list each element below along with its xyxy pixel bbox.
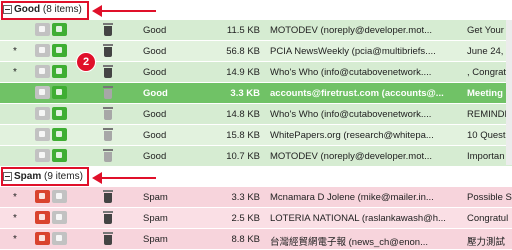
thumbs-up-icon[interactable] xyxy=(52,86,67,99)
thumbs-up-icon[interactable] xyxy=(52,232,67,245)
vote-buttons xyxy=(35,107,69,121)
flag-star: * xyxy=(13,192,17,203)
classification-cell: Spam xyxy=(143,192,168,203)
thumbs-down-icon[interactable] xyxy=(35,232,50,245)
size-cell: 10.7 KB xyxy=(226,151,260,162)
thumbs-down-icon[interactable] xyxy=(35,211,50,224)
trash-icon[interactable] xyxy=(103,149,113,162)
subject-cell: Congratul xyxy=(467,213,509,224)
subject-cell: 壓力測試 xyxy=(467,237,506,248)
subject-cell: Possible S xyxy=(467,192,512,203)
thumbs-down-icon[interactable] xyxy=(35,44,50,57)
size-cell: 3.3 KB xyxy=(230,88,260,99)
from-cell: Who's Who (info@cutabovenetwork.... xyxy=(270,67,432,78)
annotation-box-spam xyxy=(1,167,89,186)
classification-cell: Good xyxy=(143,88,168,99)
from-cell: accounts@firetrust.com (accounts@... xyxy=(270,88,444,99)
thumbs-up-icon[interactable] xyxy=(52,149,67,162)
from-cell: Who's Who (info@cutabovenetwork.... xyxy=(270,109,432,120)
classification-cell: Good xyxy=(143,67,167,78)
trash-icon[interactable] xyxy=(103,107,113,120)
size-cell: 15.8 KB xyxy=(226,130,260,141)
vote-buttons xyxy=(35,232,69,246)
thumbs-up-icon[interactable] xyxy=(52,211,67,224)
callout-badge: 2 xyxy=(76,52,96,72)
size-cell: 14.9 KB xyxy=(226,67,260,78)
thumbs-up-icon[interactable] xyxy=(52,23,67,36)
vote-buttons xyxy=(35,44,69,58)
thumbs-up-icon[interactable] xyxy=(52,44,67,57)
size-cell: 11.5 KB xyxy=(226,25,260,36)
thumbs-up-icon[interactable] xyxy=(52,190,67,203)
vote-buttons xyxy=(35,86,69,100)
from-cell: 台灣經貿網電子報 (news_ch@enon... xyxy=(270,237,428,248)
trash-icon[interactable] xyxy=(103,128,113,141)
table-row[interactable]: Good 10.7 KB MOTODEV (noreply@developer.mo… xyxy=(0,146,512,167)
thumbs-down-icon[interactable] xyxy=(35,86,50,99)
thumbs-down-icon[interactable] xyxy=(35,107,50,120)
thumbs-up-icon[interactable] xyxy=(52,128,67,141)
table-row[interactable]: Good 3.3 KB accounts@firetrust.com (accoun… xyxy=(0,83,512,104)
trash-icon[interactable] xyxy=(103,211,113,224)
trash-icon[interactable] xyxy=(103,44,113,57)
flag-star: * xyxy=(13,46,17,57)
vote-buttons xyxy=(35,128,69,142)
from-cell: Mcnamara D Jolene (mike@mailer.in... xyxy=(270,192,434,203)
size-cell: 14.8 KB xyxy=(226,109,260,120)
from-cell: MOTODEV (noreply@developer.mot... xyxy=(270,25,433,36)
annotation-arrow-good xyxy=(92,5,156,17)
size-cell: 56.8 KB xyxy=(226,46,260,57)
scrollbar[interactable] xyxy=(506,20,512,165)
classification-cell: Good xyxy=(143,109,167,120)
trash-icon[interactable] xyxy=(103,190,113,203)
from-cell: LOTERIA NATIONAL (raslankawash@h... xyxy=(270,213,446,224)
classification-cell: Good xyxy=(143,151,167,162)
thumbs-up-icon[interactable] xyxy=(52,107,67,120)
table-row[interactable]: Good 14.8 KB Who's Who (info@cutabovenetwo… xyxy=(0,104,512,125)
vote-buttons xyxy=(35,65,69,79)
thumbs-down-icon[interactable] xyxy=(35,128,50,141)
classification-cell: Good xyxy=(143,130,167,141)
table-row[interactable]: Good 15.8 KB WhitePapers.org (research@whi… xyxy=(0,125,512,146)
classification-cell: Spam xyxy=(143,213,168,224)
thumbs-down-icon[interactable] xyxy=(35,149,50,162)
thumbs-up-icon[interactable] xyxy=(52,65,67,78)
vote-buttons xyxy=(35,211,69,225)
table-row[interactable]: * Spam 2.5 KB LOTERIA NATIONAL (raslankawas… xyxy=(0,208,512,229)
trash-icon[interactable] xyxy=(103,232,113,245)
size-cell: 2.5 KB xyxy=(231,213,260,224)
size-cell: 3.3 KB xyxy=(231,192,260,203)
thumbs-down-icon[interactable] xyxy=(35,190,50,203)
flag-star: * xyxy=(13,213,17,224)
vote-buttons xyxy=(35,23,69,37)
from-cell: MOTODEV (noreply@developer.mot... xyxy=(270,151,433,162)
trash-icon[interactable] xyxy=(103,86,113,99)
thumbs-down-icon[interactable] xyxy=(35,23,50,36)
table-row[interactable]: * Spam 3.3 KB Mcnamara D Jolene (mike@maile… xyxy=(0,187,512,208)
from-cell: WhitePapers.org (research@whitepa... xyxy=(270,130,434,141)
vote-buttons xyxy=(35,149,69,163)
trash-icon[interactable] xyxy=(103,65,113,78)
thumbs-down-icon[interactable] xyxy=(35,65,50,78)
annotation-box-good xyxy=(1,1,89,20)
classification-cell: Good xyxy=(143,46,167,57)
table-row[interactable]: Good 11.5 KB MOTODEV (noreply@developer.mo… xyxy=(0,20,512,41)
vote-buttons xyxy=(35,190,69,204)
trash-icon[interactable] xyxy=(103,23,113,36)
from-cell: PCIA NewsWeekly (pcia@multibriefs.... xyxy=(270,46,436,57)
flag-star: * xyxy=(13,67,17,78)
classification-cell: Good xyxy=(143,25,167,36)
annotation-arrow-spam xyxy=(92,172,156,184)
